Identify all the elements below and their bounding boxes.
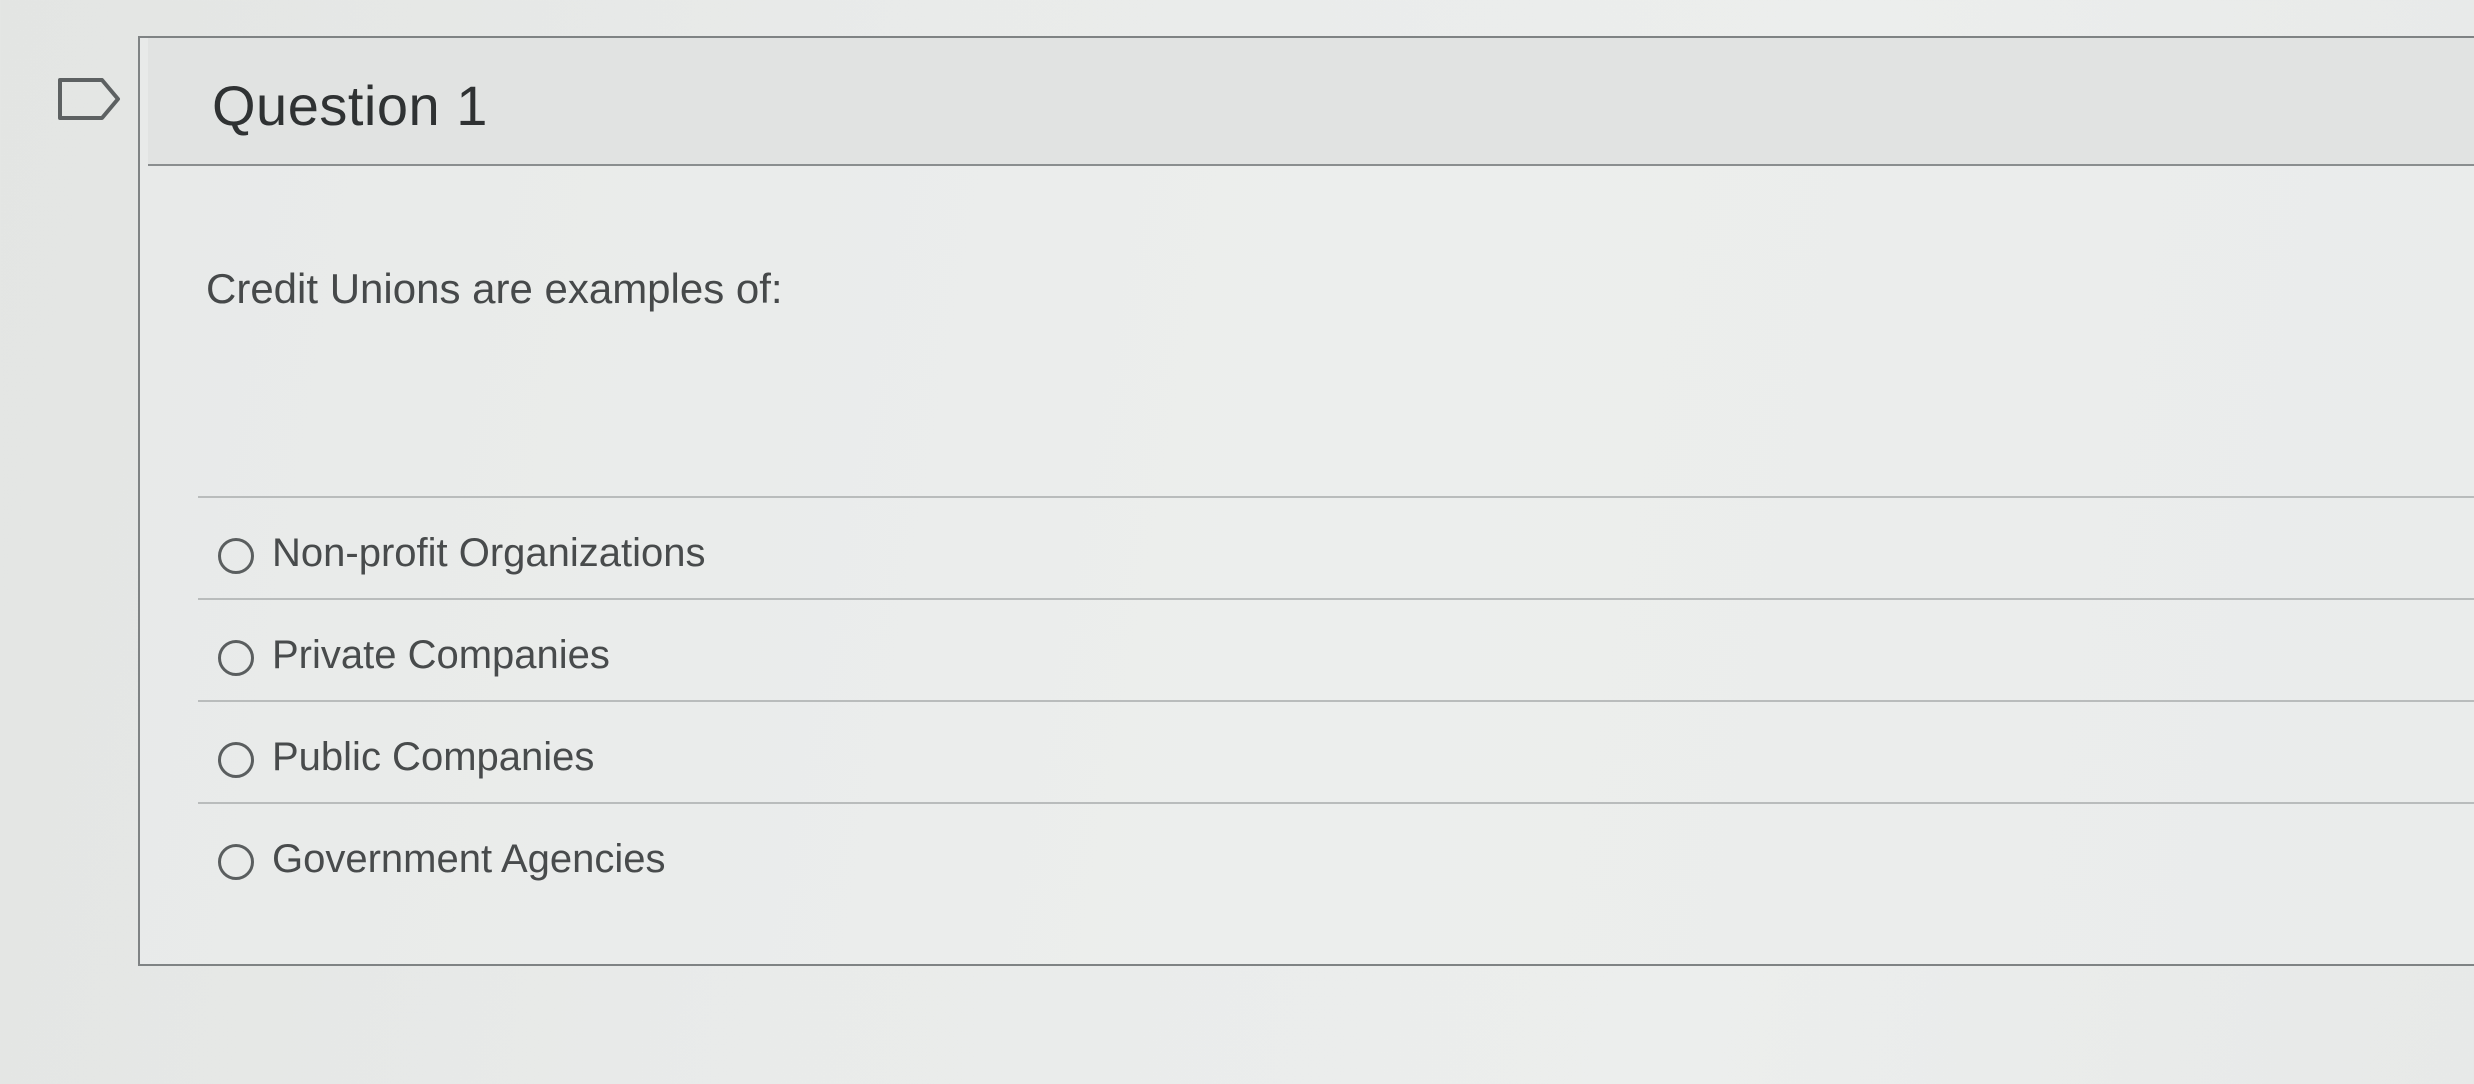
- answer-option-private-companies[interactable]: Private Companies: [198, 598, 2474, 700]
- answer-list: Non-profit Organizations Private Compani…: [198, 496, 2474, 904]
- radio-button-icon[interactable]: [218, 742, 254, 778]
- answer-option-non-profit[interactable]: Non-profit Organizations: [198, 496, 2474, 598]
- question-header: Question 1: [148, 38, 2474, 166]
- answer-label: Non-profit Organizations: [272, 531, 706, 575]
- radio-button-icon[interactable]: [218, 844, 254, 880]
- flag-question-icon[interactable]: [56, 76, 122, 122]
- radio-button-icon[interactable]: [218, 538, 254, 574]
- answer-label: Private Companies: [272, 633, 610, 677]
- radio-button-icon[interactable]: [218, 640, 254, 676]
- answer-label: Government Agencies: [272, 837, 666, 881]
- answer-option-public-companies[interactable]: Public Companies: [198, 700, 2474, 802]
- question-title: Question 1: [212, 74, 488, 137]
- question-prompt: Credit Unions are examples of:: [206, 265, 783, 312]
- answer-label: Public Companies: [272, 735, 595, 779]
- question-card: Question 1 Credit Unions are examples of…: [138, 36, 2474, 966]
- answer-option-government-agencies[interactable]: Government Agencies: [198, 802, 2474, 904]
